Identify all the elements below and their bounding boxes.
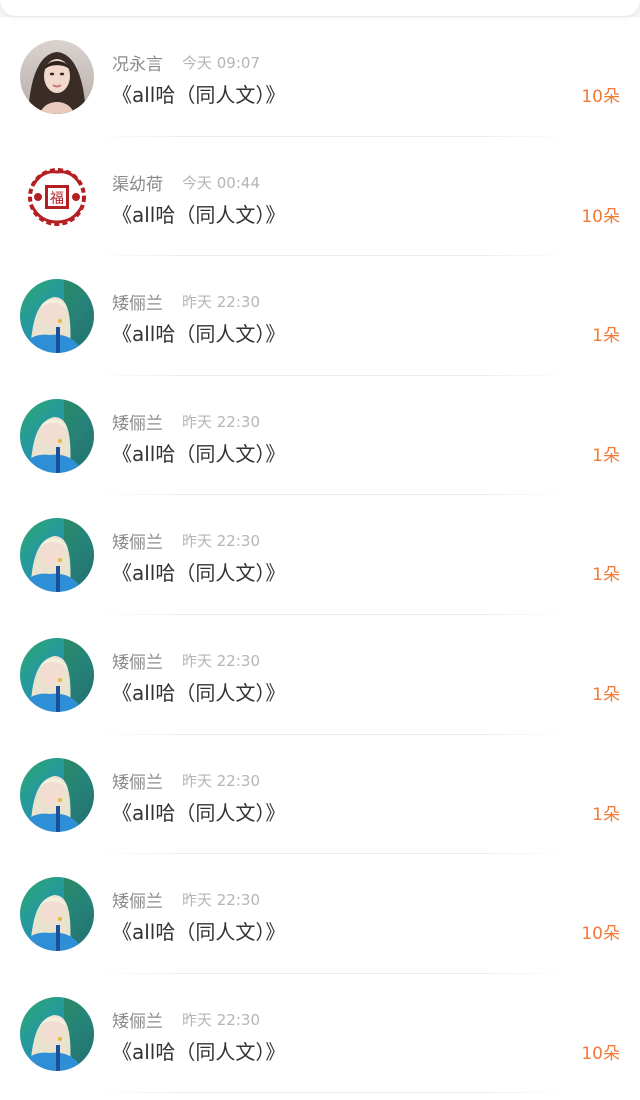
user-name[interactable]: 矮俪兰: [112, 887, 163, 912]
gift-time: 昨天 22:30: [182, 1010, 260, 1029]
gift-record-row[interactable]: 矮俪兰 昨天 22:30 《all哈（同人文）》 1朵: [0, 615, 640, 735]
gift-time: 今天 09:07: [182, 54, 260, 72]
flower-count: 10朵: [581, 924, 620, 945]
gift-record-row[interactable]: 矮俪兰 昨天 22:30 《all哈（同人文）》 1朵: [0, 495, 640, 615]
user-avatar[interactable]: [20, 398, 94, 473]
user-name[interactable]: 矮俪兰: [112, 289, 163, 314]
gift-record-row[interactable]: 矮俪兰 昨天 22:30 《all哈（同人文）》 1朵: [0, 735, 640, 855]
user-name[interactable]: 矮俪兰: [112, 1007, 163, 1032]
flower-count: 1朵: [592, 326, 620, 347]
flower-count: 1朵: [592, 804, 620, 825]
gift-record-row[interactable]: 福 渠幼荷 今天 00:44 《all哈（同人文）》 10朵: [0, 137, 640, 257]
gift-records-page: 况永言 今天 09:07 《all哈（同人文）》 10朵 福 渠幼荷 今天 00…: [0, 0, 640, 1100]
user-name[interactable]: 矮俪兰: [112, 768, 163, 793]
user-name[interactable]: 矮俪兰: [112, 409, 163, 434]
flower-count: 1朵: [592, 445, 620, 466]
gift-record-row[interactable]: 矮俪兰 昨天 22:30 《all哈（同人文）》 10朵: [0, 854, 640, 974]
book-title[interactable]: 《all哈（同人文）》: [112, 1036, 285, 1065]
gift-time: 昨天 22:30: [182, 412, 260, 431]
flower-count: 10朵: [581, 206, 620, 227]
svg-text:福: 福: [50, 191, 64, 207]
user-name[interactable]: 渠幼荷: [112, 170, 163, 195]
book-title[interactable]: 《all哈（同人文）》: [112, 797, 285, 826]
header-card-edge: [0, 0, 640, 16]
gift-time: 昨天 22:30: [182, 532, 260, 551]
flower-count: 1朵: [592, 684, 620, 705]
user-avatar[interactable]: [20, 996, 94, 1071]
flower-count: 10朵: [581, 1043, 620, 1064]
gift-list: 况永言 今天 09:07 《all哈（同人文）》 10朵 福 渠幼荷 今天 00…: [0, 17, 640, 1094]
gift-time: 昨天 22:30: [182, 651, 260, 670]
flower-count: 10朵: [581, 87, 620, 107]
user-avatar[interactable]: [20, 877, 94, 952]
book-title[interactable]: 《all哈（同人文）》: [112, 79, 285, 108]
gift-record-row[interactable]: 矮俪兰 昨天 22:30 《all哈（同人文）》 10朵: [0, 974, 640, 1094]
flower-count: 1朵: [592, 565, 620, 586]
user-avatar[interactable]: [20, 637, 94, 712]
gift-record-row[interactable]: 矮俪兰 昨天 22:30 《all哈（同人文）》 1朵: [0, 376, 640, 496]
book-title[interactable]: 《all哈（同人文）》: [112, 438, 285, 467]
user-avatar[interactable]: [20, 40, 94, 114]
row-divider: [95, 1092, 570, 1094]
book-title[interactable]: 《all哈（同人文）》: [112, 677, 285, 706]
user-avatar[interactable]: [20, 757, 94, 832]
user-name[interactable]: 矮俪兰: [112, 648, 163, 673]
user-avatar[interactable]: [20, 279, 94, 354]
gift-time: 昨天 22:30: [182, 891, 260, 910]
user-name[interactable]: 况永言: [112, 50, 163, 75]
book-title[interactable]: 《all哈（同人文）》: [112, 318, 285, 347]
book-title[interactable]: 《all哈（同人文）》: [112, 916, 285, 945]
gift-time: 今天 00:44: [182, 173, 260, 192]
book-title[interactable]: 《all哈（同人文）》: [112, 557, 285, 586]
gift-record-row[interactable]: 矮俪兰 昨天 22:30 《all哈（同人文）》 1朵: [0, 256, 640, 376]
gift-record-row[interactable]: 况永言 今天 09:07 《all哈（同人文）》 10朵: [0, 17, 640, 137]
book-title[interactable]: 《all哈（同人文）》: [112, 199, 285, 228]
gift-time: 昨天 22:30: [182, 293, 260, 312]
gift-time: 昨天 22:30: [182, 771, 260, 790]
user-name[interactable]: 矮俪兰: [112, 528, 163, 553]
user-avatar[interactable]: [20, 518, 94, 593]
user-avatar[interactable]: 福: [20, 159, 94, 234]
